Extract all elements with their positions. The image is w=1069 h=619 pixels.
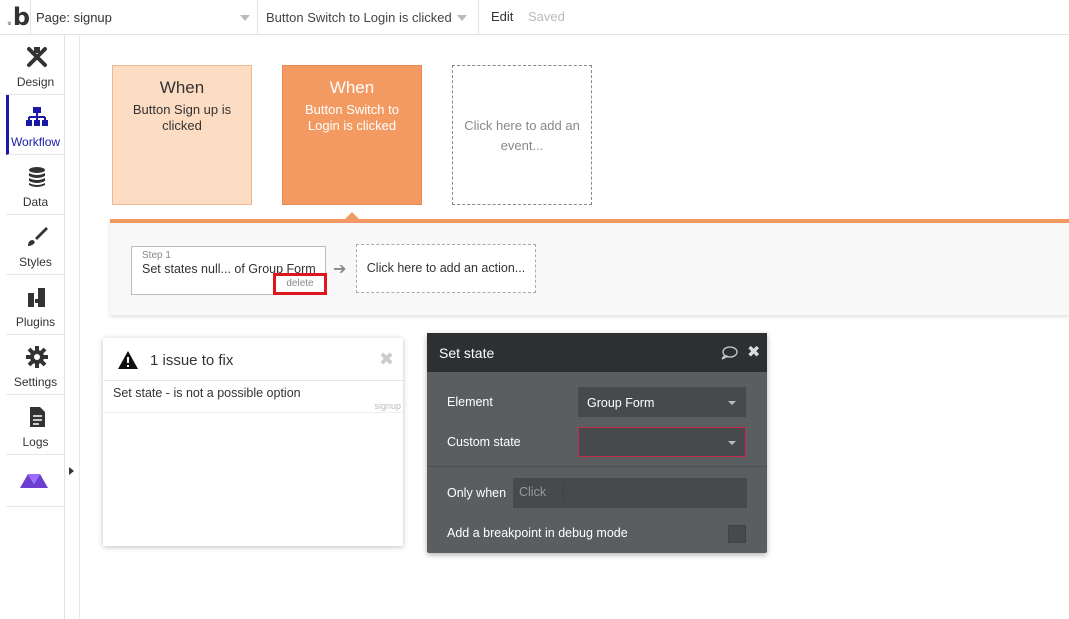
event-selector[interactable]: Button Switch to Login is clicked — [266, 10, 452, 25]
custom-state-dropdown[interactable] — [578, 427, 746, 457]
add-action-button[interactable]: Click here to add an action... — [356, 244, 536, 293]
sidebar-item-label: Plugins — [15, 315, 56, 329]
sidebar-item-label: Workflow — [10, 135, 61, 149]
sidebar-item-label: Data — [22, 195, 49, 209]
only-when-label: Only when — [447, 486, 507, 500]
step-label: Step 1 — [142, 250, 171, 261]
design-icon — [27, 47, 47, 67]
custom-state-label: Custom state — [447, 435, 521, 449]
close-icon[interactable]: ✖ — [379, 349, 394, 370]
sidebar-item-settings[interactable]: Settings — [6, 335, 65, 395]
app-logo-icon — [20, 474, 48, 488]
chevron-down-icon[interactable] — [457, 15, 467, 21]
arrow-right-icon: ➔ — [333, 259, 347, 278]
bubble-logo[interactable]: .b — [6, 4, 30, 30]
comment-icon[interactable] — [720, 346, 738, 360]
issues-header: 1 issue to fix ✖ — [103, 338, 403, 381]
chevron-down-icon[interactable] — [240, 15, 250, 21]
issues-panel: 1 issue to fix ✖ Set state - is not a po… — [103, 338, 403, 546]
only-when-chip[interactable]: Click — [519, 485, 546, 499]
database-icon — [29, 167, 45, 187]
delete-step-button[interactable]: delete — [273, 273, 327, 295]
chip-separator — [563, 484, 564, 502]
sidebar: Design Workflow Data Styles Plugins Sett… — [6, 35, 65, 619]
chevron-down-icon — [728, 441, 736, 445]
page-selector[interactable]: Page: signup — [36, 10, 112, 25]
element-value: Group Form — [587, 396, 655, 410]
issues-title: 1 issue to fix — [150, 352, 234, 369]
element-dropdown[interactable]: Group Form — [578, 387, 746, 417]
sidebar-item-design[interactable]: Design — [6, 35, 65, 95]
event-when-label: When — [329, 78, 375, 97]
element-label: Element — [447, 395, 493, 409]
sidebar-item-label: Logs — [22, 435, 49, 449]
close-icon[interactable]: ✖ — [747, 342, 760, 361]
sidebar-item-label: Design — [16, 75, 55, 89]
editor-title: Set state — [439, 345, 495, 361]
saved-status: Saved — [528, 9, 565, 24]
chevron-down-icon — [728, 401, 736, 405]
sidebar-item-label: Settings — [13, 375, 58, 389]
editor-divider — [427, 466, 767, 467]
sidebar-item-workflow[interactable]: Workflow — [6, 95, 65, 155]
sidebar-collapse-arrow-icon[interactable] — [69, 467, 74, 475]
workflow-icon — [26, 107, 48, 126]
add-event-card[interactable]: Click here to add an event... — [452, 65, 592, 205]
issue-item[interactable]: Set state - is not a possible option sig… — [103, 381, 403, 413]
breakpoint-label: Add a breakpoint in debug mode — [447, 526, 628, 540]
warning-icon — [118, 351, 138, 369]
breakpoint-checkbox[interactable] — [728, 525, 746, 543]
event-when-label: When — [159, 78, 205, 97]
plug-icon — [28, 288, 45, 307]
issue-text: Set state - is not a possible option — [113, 386, 301, 400]
separator — [257, 0, 258, 35]
event-card-sign-up[interactable]: When Button Sign up is clicked — [112, 65, 252, 205]
separator — [30, 0, 31, 35]
separator — [478, 0, 479, 35]
editor-header: Set state ✖ — [427, 333, 767, 372]
sidebar-item-app-logo[interactable] — [6, 455, 65, 507]
sidebar-item-logs[interactable]: Logs — [6, 395, 65, 455]
event-card-switch-to-login[interactable]: When Button Switch to Login is clicked — [282, 65, 422, 205]
brush-icon — [28, 227, 48, 246]
edit-menu[interactable]: Edit — [491, 9, 513, 24]
add-event-label: Click here to add an event... — [464, 118, 580, 153]
issue-page: signup — [374, 401, 401, 411]
sidebar-item-styles[interactable]: Styles — [6, 215, 65, 275]
sidebar-item-plugins[interactable]: Plugins — [6, 275, 65, 335]
set-state-editor: Set state ✖ Element Group Form Custom st… — [427, 333, 767, 553]
top-bar: .b Page: signup Button Switch to Login i… — [0, 0, 1069, 35]
gear-icon — [26, 346, 48, 368]
sidebar-item-label: Styles — [19, 255, 52, 269]
sidebar-item-data[interactable]: Data — [6, 155, 65, 215]
event-description: Button Switch to Login is clicked — [305, 102, 399, 133]
event-description: Button Sign up is clicked — [132, 102, 232, 133]
only-when-field[interactable]: Click — [513, 478, 747, 508]
canvas-divider — [79, 35, 80, 619]
document-icon — [30, 407, 45, 427]
